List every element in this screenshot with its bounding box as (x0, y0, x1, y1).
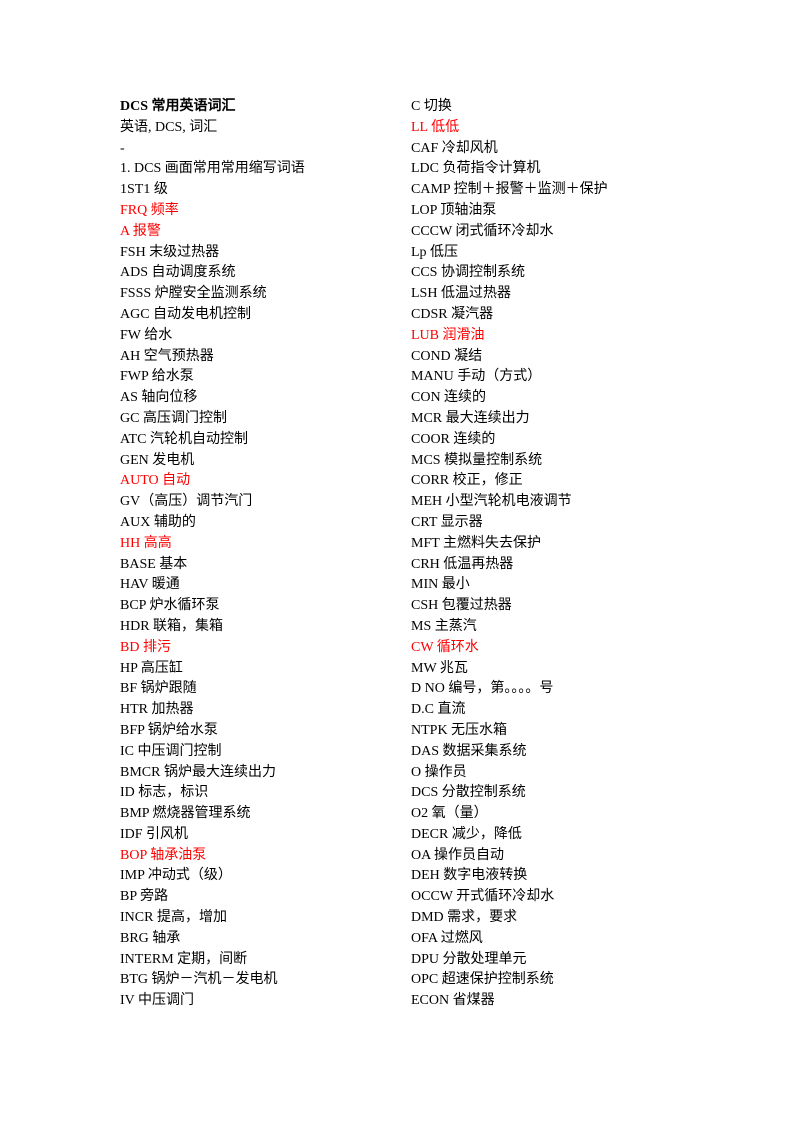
glossary-entry: AGC 自动发电机控制 (120, 306, 252, 322)
glossary-entry: BCP 炉水循环泵 (120, 598, 220, 614)
glossary-entry: OCCW 开式循环冷却水 (411, 889, 555, 905)
glossary-entry: LUB 润滑油 (411, 327, 485, 343)
glossary-entry: DCS 分散控制系统 (411, 785, 526, 801)
glossary-entry: FWP 给水泵 (120, 369, 194, 385)
glossary-entry: CRH 低温再热器 (411, 556, 514, 572)
glossary-entry: O 操作员 (411, 764, 467, 780)
glossary-entry: LOP 顶轴油泵 (411, 202, 497, 218)
glossary-entry: CON 连续的 (411, 390, 487, 406)
glossary-entry: LDC 负荷指令计算机 (411, 161, 541, 177)
right-column: C 切换 LL 低低 CAF 冷却风机 LDC 负荷指令计算机 CAMP 控制＋报警＋监… (411, 97, 608, 1012)
glossary-entry: IMP 冲动式（级） (120, 868, 232, 884)
glossary-entry: BRG 轴承 (120, 930, 181, 946)
glossary-entry: FSSS 炉膛安全监测系统 (120, 286, 267, 302)
glossary-entry: D.C 直流 (411, 702, 466, 718)
glossary-entry: BFP 锅炉给水泵 (120, 722, 218, 738)
glossary-entry: IDF 引风机 (120, 826, 189, 842)
glossary-entry: OFA 过燃风 (411, 930, 483, 946)
glossary-entry: HAV 暖通 (120, 577, 180, 593)
glossary-entry: LL 低低 (411, 119, 460, 135)
glossary-entry: GV（高压）调节汽门 (120, 494, 253, 510)
left-column: DCS 常用英语词汇 英语, DCS, 词汇 - 1. DCS 画面常用常用缩写词语 1… (120, 97, 305, 1012)
glossary-entry: FRQ 频率 (120, 202, 179, 218)
glossary-entry: HDR 联箱，集箱 (120, 618, 224, 634)
glossary-entry: BF 锅炉跟随 (120, 681, 197, 697)
glossary-entry: LSH 低温过热器 (411, 286, 511, 302)
glossary-entry: CCS 协调控制系统 (411, 265, 525, 281)
glossary-entry: BOP 轴承油泵 (120, 847, 207, 863)
glossary-entry: BMCR 锅炉最大连续出力 (120, 764, 276, 780)
glossary-entry: BD 排污 (120, 639, 171, 655)
glossary-entry: NTPK 无压水箱 (411, 722, 508, 738)
glossary-entry: CORR 校正，修正 (411, 473, 523, 489)
glossary-entry: MEH 小型汽轮机电液调节 (411, 494, 572, 510)
glossary-entry: AUX 辅助的 (120, 514, 196, 530)
glossary-entry: INCR 提高，增加 (120, 910, 227, 926)
glossary-entry: DEH 数字电液转换 (411, 868, 528, 884)
glossary-entry: BP 旁路 (120, 889, 169, 905)
glossary-entry: ECON 省煤器 (411, 993, 495, 1009)
glossary-entry: BMP 燃烧器管理系统 (120, 806, 251, 822)
glossary-entry: CCCW 闭式循环冷却水 (411, 223, 554, 239)
glossary-entry: OA 操作员自动 (411, 847, 504, 863)
glossary-entry: HH 高高 (120, 535, 172, 551)
keywords-line: 英语, DCS, 词汇 (120, 119, 218, 135)
glossary-entry: MS 主蒸汽 (411, 618, 477, 634)
glossary-entry: CRT 显示器 (411, 514, 483, 530)
glossary-entry: DAS 数据采集系统 (411, 743, 527, 759)
document-title: DCS 常用英语词汇 (120, 99, 236, 114)
glossary-entry: MW 兆瓦 (411, 660, 468, 676)
glossary-entry: CSH 包覆过热器 (411, 598, 512, 614)
glossary-entry: AH 空气预热器 (120, 348, 214, 364)
glossary-entry: GC 高压调门控制 (120, 410, 227, 426)
glossary-entry: CW 循环水 (411, 639, 479, 655)
glossary-entry: MANU 手动（方式） (411, 369, 542, 385)
glossary-entry: ADS 自动调度系统 (120, 265, 236, 281)
glossary-entry: IV 中压调门 (120, 993, 195, 1009)
glossary-entry: BTG 锅炉－汽机－发电机 (120, 972, 278, 988)
glossary-entry: C 切换 (411, 99, 452, 114)
glossary-entry: DMD 需求，要求 (411, 910, 518, 926)
glossary-entry: O2 氧（量） (411, 806, 488, 822)
glossary-entry: Lp 低压 (411, 244, 459, 260)
glossary-entry: BASE 基本 (120, 556, 188, 572)
glossary-entry: FW 给水 (120, 327, 173, 343)
glossary-entry: CDSR 凝汽器 (411, 306, 494, 322)
glossary-entry: FSH 末级过热器 (120, 244, 220, 260)
glossary-entry: 1ST1 级 (120, 182, 168, 198)
glossary-entry: MCS 模拟量控制系统 (411, 452, 543, 468)
section-heading: 1. DCS 画面常用常用缩写词语 (120, 161, 305, 177)
glossary-entry: MIN 最小 (411, 577, 470, 593)
glossary-entry: ATC 汽轮机自动控制 (120, 431, 248, 447)
glossary-entry: HTR 加热器 (120, 702, 194, 718)
glossary-entry: CAMP 控制＋报警＋监测＋保护 (411, 182, 608, 198)
glossary-entry: A 报警 (120, 223, 161, 239)
separator-dash: - (120, 140, 125, 156)
glossary-entry: COND 凝结 (411, 348, 483, 364)
glossary-entry: HP 高压缸 (120, 660, 183, 676)
glossary-entry: DPU 分散处理单元 (411, 951, 527, 967)
glossary-entry: MFT 主燃料失去保护 (411, 535, 542, 551)
glossary-entry: IC 中压调门控制 (120, 743, 222, 759)
glossary-entry: ID 标志，标识 (120, 785, 209, 801)
glossary-entry: MCR 最大连续出力 (411, 410, 530, 426)
glossary-entry: GEN 发电机 (120, 452, 195, 468)
glossary-entry: INTERM 定期，间断 (120, 951, 248, 967)
glossary-entry: COOR 连续的 (411, 431, 496, 447)
glossary-entry: AUTO 自动 (120, 473, 191, 489)
glossary-entry: CAF 冷却风机 (411, 140, 498, 156)
glossary-entry: OPC 超速保护控制系统 (411, 972, 554, 988)
glossary-entry: DECR 减少，降低 (411, 826, 522, 842)
glossary-entry: AS 轴向位移 (120, 390, 198, 406)
glossary-entry: D NO 编号，第。。。。号 (411, 681, 554, 697)
